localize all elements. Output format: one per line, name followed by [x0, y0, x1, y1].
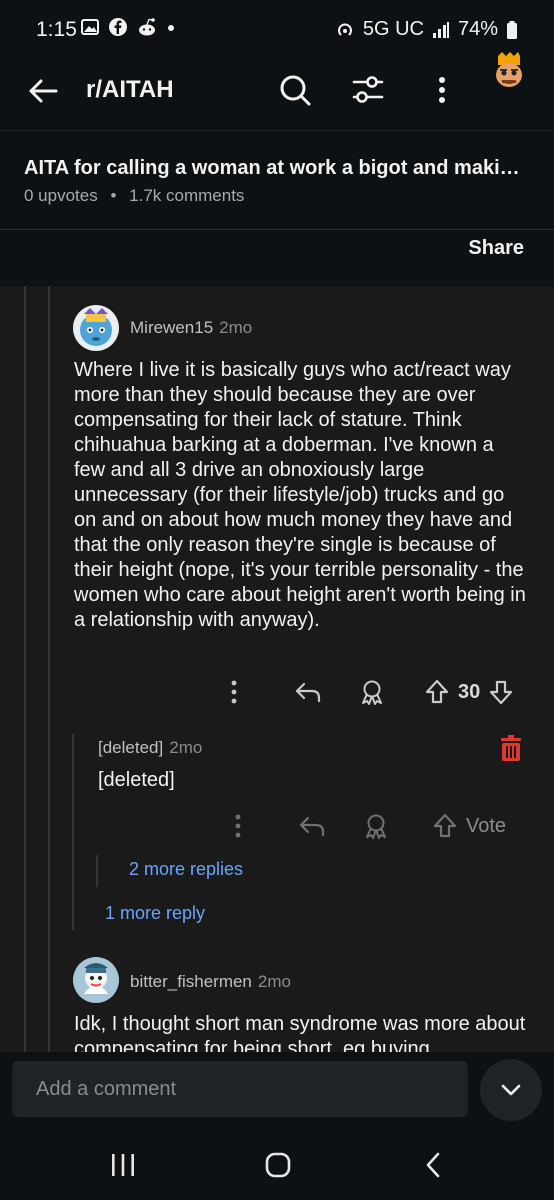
comment-author[interactable]: Mirewen15 2mo	[130, 318, 252, 338]
comment-author[interactable]: bitter_fishermen 2mo	[130, 972, 291, 992]
comment-body: Where I live it is basically guys who ac…	[74, 359, 526, 631]
back-icon[interactable]	[420, 1151, 448, 1179]
commenter-avatar[interactable]	[72, 304, 120, 352]
dot-icon	[168, 25, 174, 31]
deleted-trash-icon	[501, 735, 521, 761]
status-right: 5G UC 74%	[335, 18, 518, 41]
post-info[interactable]: AITA for calling a woman at work a bigot…	[0, 131, 554, 230]
comment-composer-bar: Add a comment	[0, 1052, 554, 1126]
upvote-icon[interactable]	[432, 812, 458, 840]
status-time: 1:15	[36, 18, 77, 41]
post-title[interactable]: AITA for calling a woman at work a bigot…	[24, 157, 534, 180]
reply-icon[interactable]	[298, 812, 326, 840]
author-name[interactable]: [deleted]	[98, 738, 163, 757]
notification-icons	[80, 17, 176, 37]
comment-age: 2mo	[257, 972, 291, 991]
comment-body: [deleted]	[98, 769, 175, 791]
more-reply-link[interactable]: 1 more reply	[105, 903, 205, 924]
user-avatar[interactable]	[488, 52, 532, 96]
battery-icon	[507, 20, 517, 39]
share-button[interactable]: Share	[468, 237, 524, 260]
network-label: 5G UC	[362, 18, 424, 40]
status-bar: 1:15 5G UC 74%	[0, 0, 554, 60]
comment-body: Idk, I thought short man syndrome was mo…	[74, 1013, 526, 1052]
award-icon[interactable]	[362, 812, 390, 840]
upvote-count: 0 upvotes	[24, 186, 98, 205]
collapse-button[interactable]	[480, 1059, 542, 1121]
vote-count: 30	[458, 680, 481, 703]
signal-icon	[432, 21, 449, 38]
commenter-avatar[interactable]	[72, 956, 120, 1004]
app-header: r/AITAH	[0, 52, 554, 131]
system-nav-bar	[0, 1126, 554, 1200]
downvote-icon[interactable]	[488, 678, 514, 706]
more-options-icon[interactable]	[226, 812, 250, 840]
sort-filter-icon[interactable]	[350, 72, 386, 108]
recent-apps-icon[interactable]	[108, 1152, 138, 1178]
post-meta: 0 upvotes • 1.7k comments	[24, 186, 244, 206]
thread-line[interactable]	[96, 855, 98, 887]
reply-icon[interactable]	[294, 678, 322, 706]
more-options-icon[interactable]	[424, 72, 460, 108]
more-options-icon[interactable]	[222, 678, 246, 706]
home-icon[interactable]	[263, 1151, 293, 1179]
comment-actions: 30	[222, 678, 514, 706]
back-arrow-icon[interactable]	[26, 74, 60, 108]
add-comment-placeholder: Add a comment	[36, 1078, 177, 1100]
battery-percent: 74%	[457, 18, 498, 40]
vote-label[interactable]: Vote	[466, 815, 506, 838]
thread-line[interactable]	[72, 734, 74, 930]
subreddit-title[interactable]: r/AITAH	[86, 76, 174, 104]
comment-thread: Mirewen15 2mo Where I live it is basicall…	[0, 286, 554, 1052]
comment-author[interactable]: [deleted] 2mo	[98, 738, 202, 758]
facebook-icon	[109, 18, 127, 36]
award-icon[interactable]	[358, 678, 386, 706]
comment-count: 1.7k comments	[129, 186, 245, 205]
more-replies-link[interactable]: 2 more replies	[129, 859, 243, 880]
thread-line[interactable]	[24, 286, 26, 1052]
search-icon[interactable]	[277, 72, 313, 108]
comment-age: 2mo	[219, 318, 253, 337]
thread-line[interactable]	[48, 286, 50, 1052]
author-name[interactable]: Mirewen15	[130, 318, 213, 337]
comment-actions: Vote	[226, 812, 506, 840]
comment-age: 2mo	[169, 738, 203, 757]
add-comment-field[interactable]: Add a comment	[12, 1061, 468, 1117]
share-bar: Share	[0, 230, 554, 285]
meta-separator: •	[110, 186, 117, 205]
gallery-icon	[81, 19, 99, 35]
author-name[interactable]: bitter_fishermen	[130, 972, 252, 991]
hotspot-icon	[337, 23, 352, 36]
upvote-icon[interactable]	[424, 678, 450, 706]
reddit-icon	[139, 18, 155, 36]
chevron-down-icon	[501, 1084, 521, 1096]
